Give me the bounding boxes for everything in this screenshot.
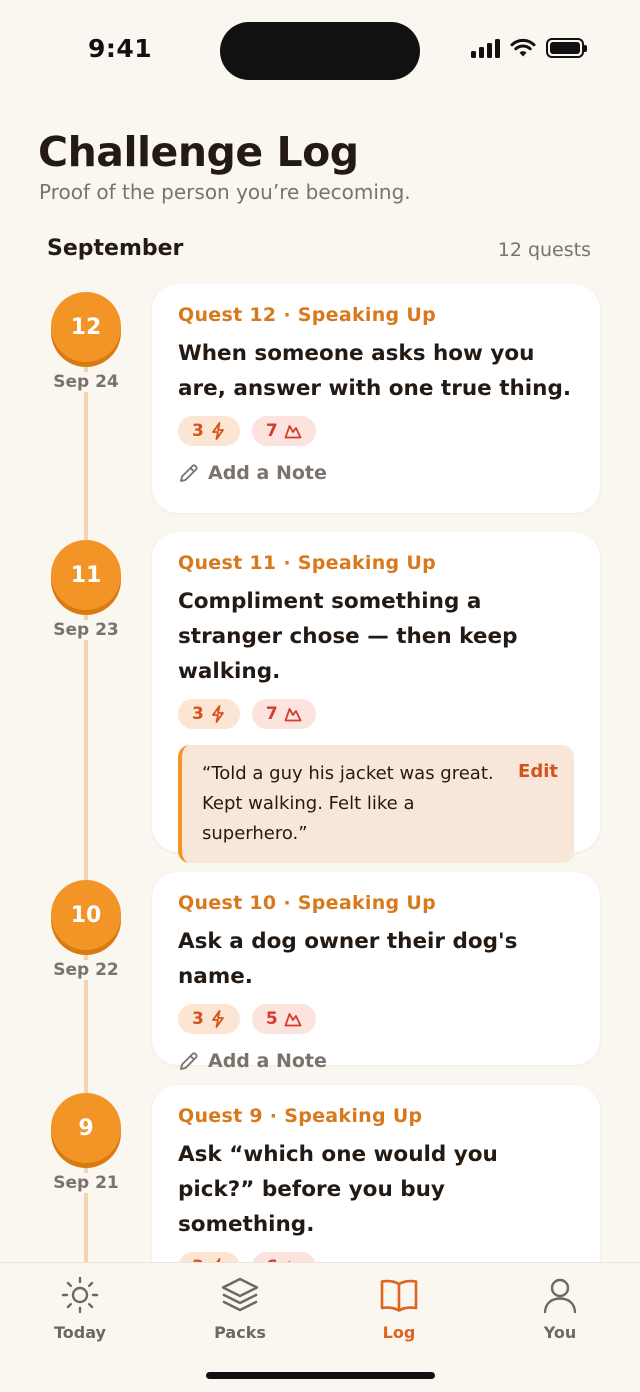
month-heading: September [47, 236, 184, 261]
peak-pill: 5 [251, 1004, 316, 1034]
entry-date: Sep 21 [41, 1173, 131, 1193]
quest-card[interactable]: Quest 11 · Speaking Up Compliment someth… [152, 532, 600, 863]
note-text: “Told a guy his jacket was great. Kept w… [202, 763, 494, 844]
sun-icon [61, 1276, 99, 1314]
entry-date: Sep 24 [41, 372, 131, 392]
page-subtitle: Proof of the person you’re becoming. [39, 180, 411, 204]
energy-value: 3 [192, 1009, 204, 1029]
peak-value: 5 [265, 1009, 278, 1029]
quest-label: Quest 9 · Speaking Up [178, 1105, 423, 1127]
mountain-icon [284, 708, 302, 722]
quest-number-badge: 10 [51, 880, 121, 950]
tab-today[interactable]: Today [30, 1275, 130, 1342]
tab-label: Today [54, 1323, 106, 1342]
lightning-icon [211, 422, 224, 440]
status-icons [471, 38, 587, 58]
quest-card[interactable]: Quest 12 · Speaking Up When someone asks… [152, 284, 600, 513]
tab-you[interactable]: You [510, 1275, 610, 1342]
reward-pills: 3 7 [178, 416, 574, 446]
entry-date: Sep 22 [41, 960, 131, 980]
layers-icon [221, 1277, 259, 1312]
add-note-label: Add a Note [208, 462, 327, 484]
quest-description: Ask “which one would you pick?” before y… [178, 1142, 498, 1237]
lightning-icon [211, 1010, 224, 1028]
peak-pill: 7 [251, 416, 316, 446]
day-marker: 9 Sep 21 [41, 1093, 131, 1193]
note-box: “Told a guy his jacket was great. Kept w… [178, 745, 574, 863]
page-title: Challenge Log [38, 128, 359, 176]
dynamic-island [220, 22, 420, 80]
mountain-icon [284, 425, 302, 439]
book-icon [380, 1279, 418, 1312]
quest-description: Ask a dog owner their dog's name. [178, 929, 518, 989]
edit-note-button[interactable]: Edit [518, 761, 558, 782]
lightning-icon [211, 705, 224, 723]
energy-pill: 3 [178, 699, 240, 729]
quest-number-badge: 12 [51, 292, 121, 362]
day-marker: 12 Sep 24 [41, 292, 131, 392]
quest-count: 12 quests [497, 239, 591, 261]
tab-label: You [543, 1323, 577, 1342]
quest-card[interactable]: Quest 9 · Speaking Up Ask “which one wou… [152, 1085, 600, 1285]
reward-pills: 3 5 [178, 1004, 574, 1034]
home-indicator [206, 1372, 435, 1379]
day-marker: 10 Sep 22 [41, 880, 131, 980]
peak-value: 7 [265, 704, 278, 724]
mountain-icon [284, 1013, 302, 1027]
quest-description: Compliment something a stranger chose — … [178, 589, 518, 684]
entry-date: Sep 23 [41, 620, 131, 640]
add-note-label: Add a Note [208, 1050, 327, 1072]
tab-log[interactable]: Log [349, 1275, 449, 1342]
peak-value: 7 [265, 421, 278, 441]
quest-label: Quest 10 · Speaking Up [178, 892, 436, 914]
peak-pill: 7 [251, 699, 316, 729]
quest-card[interactable]: Quest 10 · Speaking Up Ask a dog owner t… [152, 872, 600, 1072]
status-time: 9:41 [88, 34, 153, 63]
day-marker: 11 Sep 23 [41, 540, 131, 640]
energy-pill: 3 [178, 1004, 240, 1034]
add-note-button[interactable]: Add a Note [178, 462, 574, 484]
energy-pill: 3 [178, 416, 240, 446]
quest-label: Quest 12 · Speaking Up [178, 304, 436, 326]
tab-label: Log [382, 1323, 416, 1342]
energy-value: 3 [192, 421, 204, 441]
quest-number-badge: 9 [51, 1093, 121, 1163]
person-icon [543, 1278, 577, 1314]
add-note-button[interactable]: Add a Note [178, 1050, 574, 1072]
status-bar: 9:41 [0, 0, 640, 100]
tab-label: Packs [214, 1323, 266, 1342]
tab-packs[interactable]: Packs [190, 1275, 290, 1342]
battery-icon [546, 38, 587, 58]
cellular-signal-icon [471, 38, 500, 58]
quest-label: Quest 11 · Speaking Up [178, 552, 436, 574]
reward-pills: 3 7 [178, 699, 574, 729]
energy-value: 3 [192, 704, 204, 724]
wifi-icon [510, 38, 536, 57]
quest-number-badge: 11 [51, 540, 121, 610]
pencil-icon [180, 1052, 198, 1070]
quest-description: When someone asks how you are, answer wi… [178, 341, 572, 401]
pencil-icon [180, 464, 198, 482]
